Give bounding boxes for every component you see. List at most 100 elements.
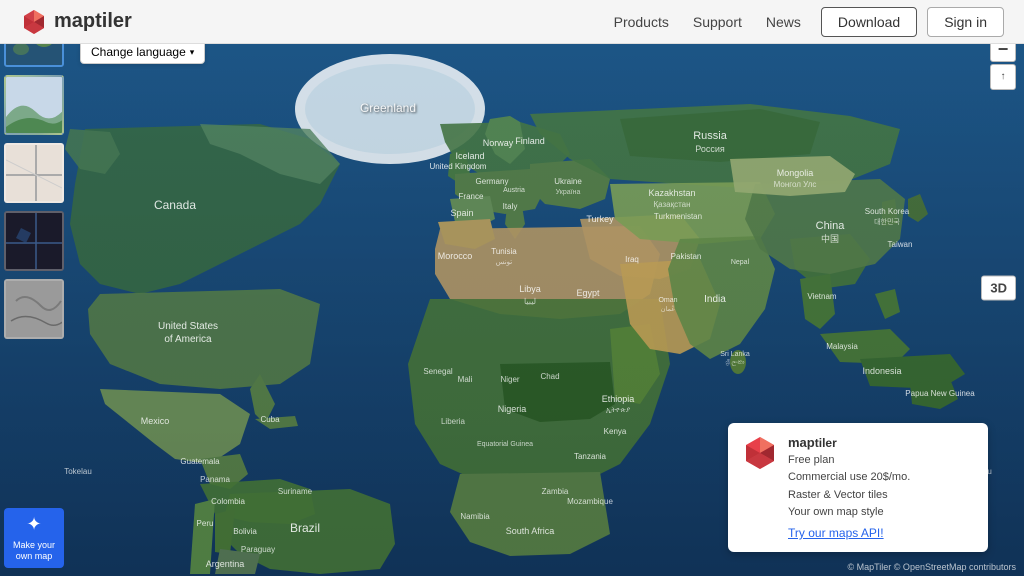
svg-text:Taiwan: Taiwan — [888, 240, 913, 249]
svg-text:Canada: Canada — [154, 198, 196, 212]
info-panel-logo — [742, 435, 778, 471]
info-free-plan: Free plan — [788, 452, 910, 470]
svg-text:Россия: Россия — [695, 144, 725, 154]
svg-text:South Africa: South Africa — [506, 526, 555, 536]
svg-text:ශ්‍රී ලංකා: ශ්‍රී ලංකා — [725, 359, 745, 367]
make-map-label: Make yourown map — [13, 540, 55, 563]
svg-text:China: China — [816, 220, 846, 232]
download-button[interactable]: Download — [821, 7, 917, 37]
info-features: Raster & Vector tiles — [788, 487, 910, 505]
make-map-icon: ✦ — [26, 513, 41, 536]
svg-text:India: India — [704, 294, 726, 305]
svg-text:Pakistan: Pakistan — [671, 252, 702, 261]
svg-text:Bolivia: Bolivia — [233, 527, 257, 536]
svg-text:Kenya: Kenya — [604, 427, 627, 436]
svg-text:Austria: Austria — [503, 187, 525, 194]
svg-text:ኢትዮጵያ: ኢትዮጵያ — [606, 407, 630, 414]
svg-text:Argentina: Argentina — [206, 559, 245, 569]
info-panel-content: maptiler Free plan Commercial use 20$/mo… — [788, 435, 910, 540]
svg-text:Niger: Niger — [500, 375, 519, 384]
svg-text:Ukraine: Ukraine — [554, 177, 582, 186]
svg-text:Mexico: Mexico — [141, 416, 170, 426]
dropdown-arrow-icon: ▾ — [190, 47, 195, 58]
svg-text:Nepal: Nepal — [731, 259, 750, 266]
svg-text:Libya: Libya — [519, 284, 541, 294]
try-api-link[interactable]: Try our maps API! — [788, 526, 910, 540]
compass-button[interactable]: ↑ — [990, 64, 1016, 90]
svg-text:Tokelau: Tokelau — [64, 467, 92, 476]
svg-text:Panama: Panama — [200, 475, 230, 484]
svg-text:Mozambique: Mozambique — [567, 497, 613, 506]
svg-text:대한민국: 대한민국 — [874, 217, 900, 226]
logo-text: maptiler — [54, 10, 132, 33]
nav-products[interactable]: Products — [614, 14, 669, 30]
svg-text:Turkmenistan: Turkmenistan — [654, 212, 702, 221]
nav-support[interactable]: Support — [693, 14, 742, 30]
thumb-streets[interactable] — [4, 143, 64, 203]
svg-text:ليبيا: ليبيا — [524, 297, 536, 306]
svg-text:Egypt: Egypt — [576, 288, 600, 298]
svg-text:عُمان: عُمان — [661, 304, 676, 313]
sidebar: ✦ Make yourown map — [0, 0, 68, 576]
svg-text:Finland: Finland — [515, 136, 545, 146]
nav-news[interactable]: News — [766, 14, 801, 30]
make-map-button[interactable]: ✦ Make yourown map — [4, 508, 64, 568]
svg-text:Papua New Guinea: Papua New Guinea — [905, 389, 975, 398]
3d-button[interactable]: 3D — [981, 276, 1016, 301]
svg-text:Vietnam: Vietnam — [807, 292, 837, 301]
svg-text:Tunisia: Tunisia — [491, 247, 517, 256]
svg-text:Suriname: Suriname — [278, 487, 313, 496]
svg-text:Cuba: Cuba — [260, 415, 280, 424]
logo: maptiler — [20, 8, 132, 36]
svg-text:Peru: Peru — [197, 519, 214, 528]
svg-text:中国: 中国 — [821, 233, 839, 244]
svg-text:Zambia: Zambia — [542, 487, 569, 496]
svg-text:Russia: Russia — [693, 130, 728, 142]
svg-text:United Kingdom: United Kingdom — [430, 162, 487, 171]
svg-text:Iceland: Iceland — [455, 151, 484, 161]
svg-text:Қазақстан: Қазақстан — [653, 200, 690, 209]
svg-text:Colombia: Colombia — [211, 497, 245, 506]
svg-text:Chad: Chad — [540, 372, 559, 381]
attribution: © MapTiler © OpenStreetMap contributors — [848, 562, 1017, 572]
info-commercial: Commercial use 20$/mo. — [788, 469, 910, 487]
svg-text:Indonesia: Indonesia — [862, 366, 901, 376]
signin-button[interactable]: Sign in — [927, 7, 1004, 37]
svg-text:Turkey: Turkey — [586, 214, 614, 224]
thumb-grey[interactable] — [4, 279, 64, 339]
svg-text:تونس: تونس — [496, 259, 512, 266]
info-style: Your own map style — [788, 504, 910, 522]
svg-text:Iraq: Iraq — [625, 255, 639, 264]
svg-text:of America: of America — [164, 334, 212, 345]
svg-text:Kazakhstan: Kazakhstan — [648, 188, 695, 198]
svg-text:South Korea: South Korea — [865, 207, 910, 216]
svg-text:Україна: Україна — [556, 189, 581, 196]
svg-text:Norway: Norway — [483, 138, 514, 148]
svg-text:Oman: Oman — [658, 297, 677, 304]
info-panel: maptiler Free plan Commercial use 20$/mo… — [728, 423, 988, 552]
svg-text:Malaysia: Malaysia — [826, 342, 858, 351]
svg-text:Nigeria: Nigeria — [498, 404, 527, 414]
svg-text:Paraguay: Paraguay — [241, 545, 275, 554]
svg-text:Mongolia: Mongolia — [777, 168, 814, 178]
svg-text:Senegal: Senegal — [423, 367, 453, 376]
svg-text:United States: United States — [158, 321, 218, 332]
change-language-label: Change language — [91, 45, 186, 59]
nav-links: Products Support News — [614, 14, 801, 30]
header: maptiler Products Support News Download … — [0, 0, 1024, 44]
thumb-topo[interactable] — [4, 75, 64, 135]
thumb-dark[interactable] — [4, 211, 64, 271]
svg-text:Mali: Mali — [458, 375, 473, 384]
svg-text:Tanzania: Tanzania — [574, 452, 607, 461]
svg-text:Morocco: Morocco — [438, 251, 473, 261]
svg-text:Namibia: Namibia — [460, 512, 490, 521]
svg-text:Spain: Spain — [450, 208, 473, 218]
svg-text:Liberia: Liberia — [441, 417, 466, 426]
svg-text:Italy: Italy — [503, 202, 518, 211]
svg-text:Greenland: Greenland — [360, 101, 416, 115]
svg-text:Sri Lanka: Sri Lanka — [720, 351, 750, 358]
svg-text:Ethiopia: Ethiopia — [602, 394, 635, 404]
maptiler-logo-icon — [20, 8, 48, 36]
svg-text:Equatorial Guinea: Equatorial Guinea — [477, 441, 533, 448]
svg-text:Монгол Улс: Монгол Улс — [774, 180, 817, 189]
